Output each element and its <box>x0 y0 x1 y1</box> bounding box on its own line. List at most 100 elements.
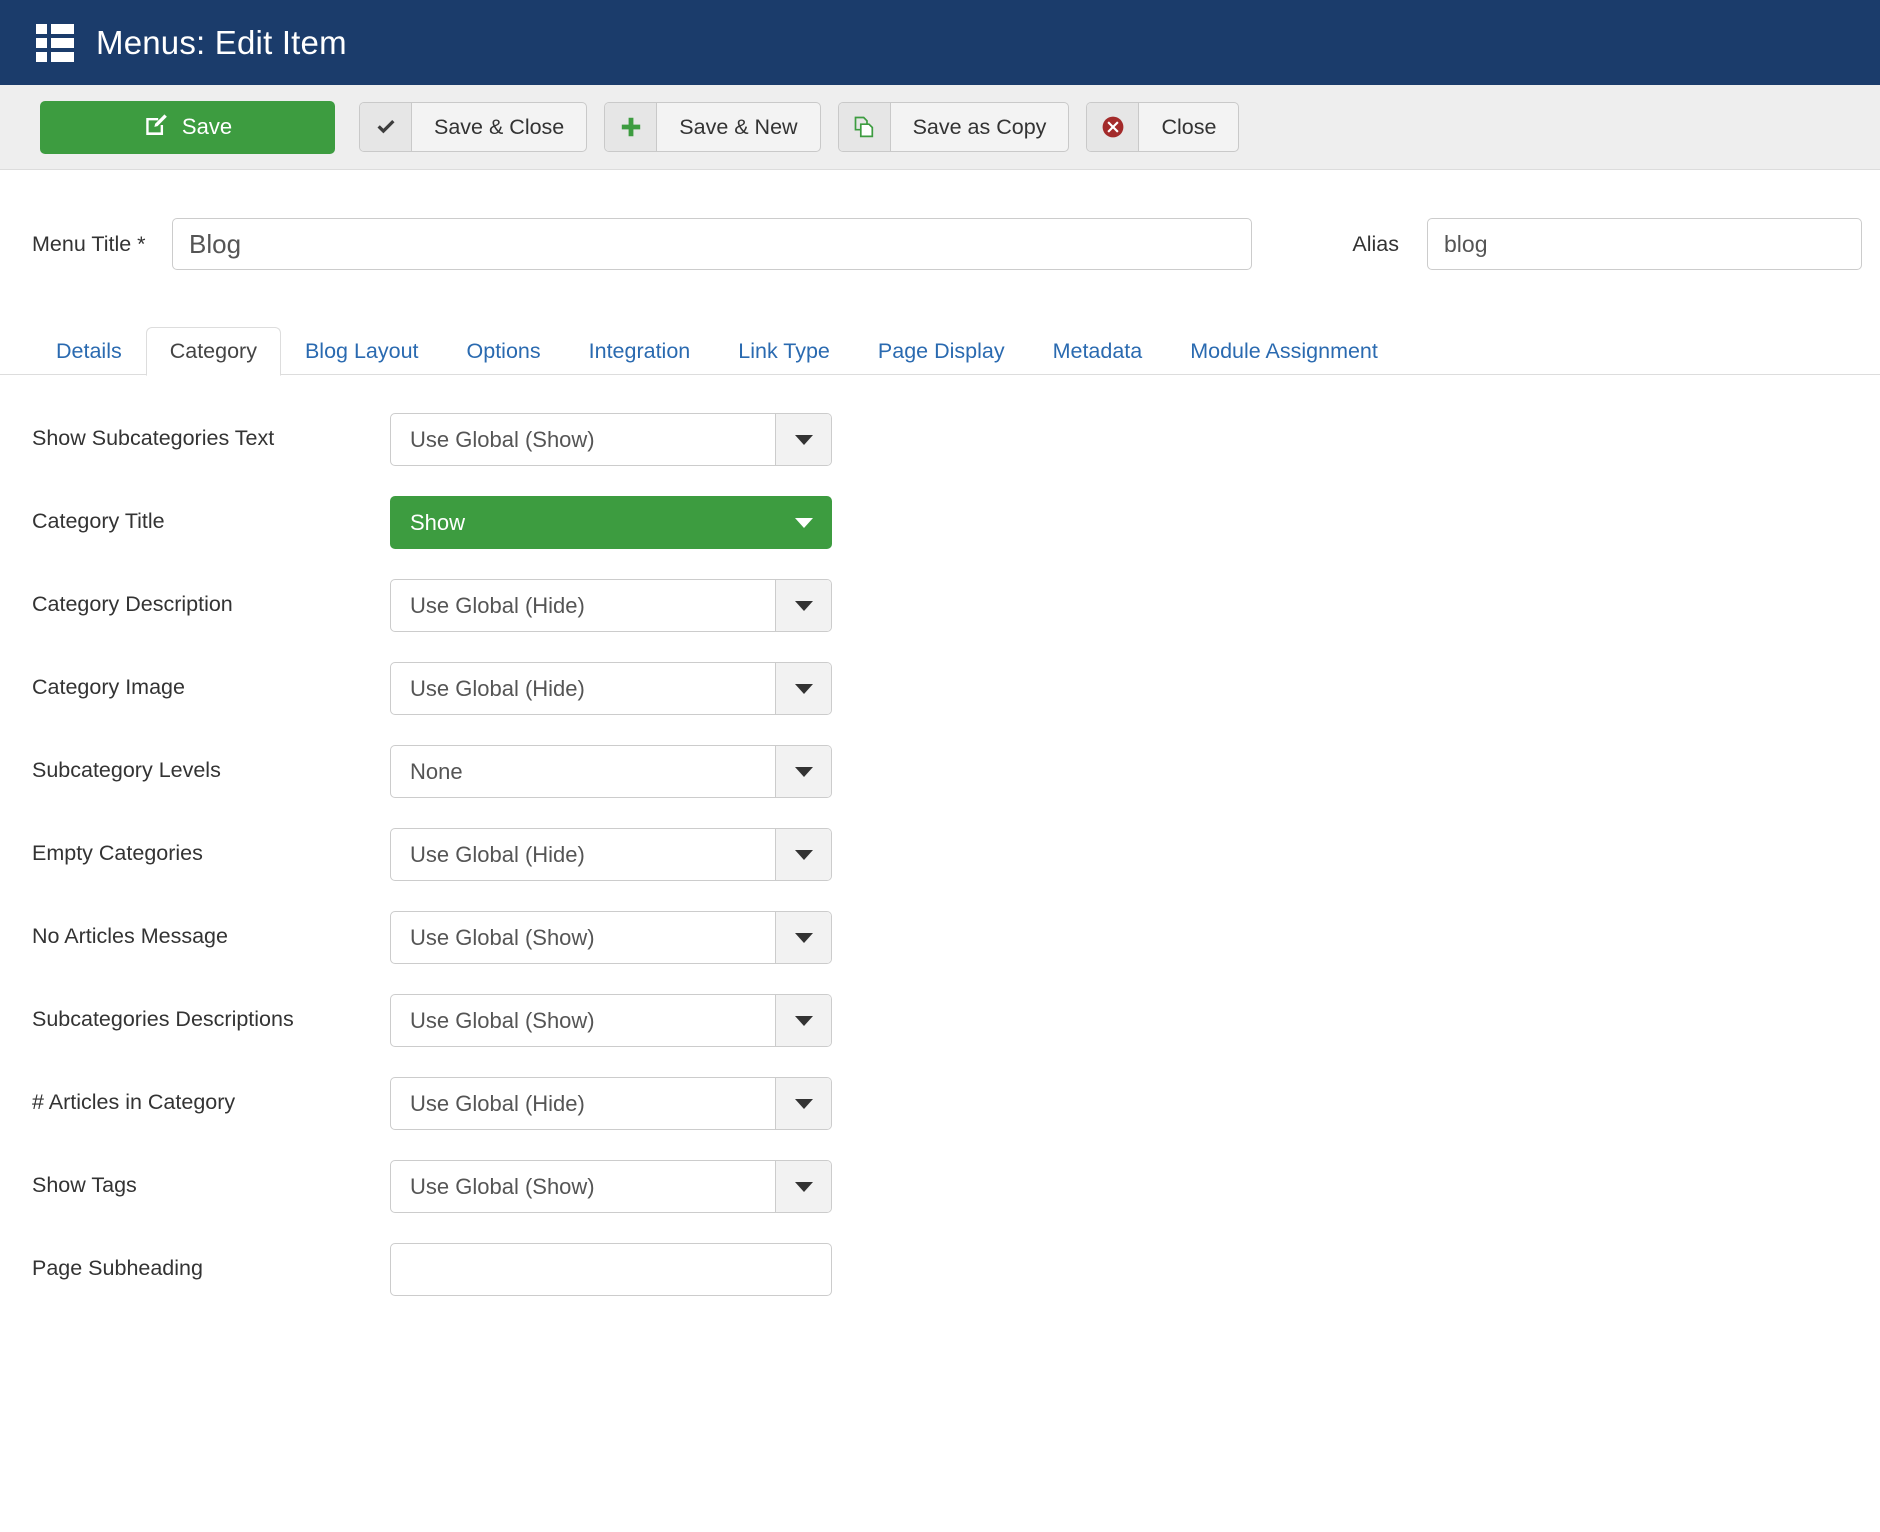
field-label-category-title: Category Title <box>0 496 390 537</box>
field-label-no-articles-message: No Articles Message <box>0 911 390 952</box>
close-button[interactable]: Close <box>1086 102 1239 152</box>
select-category-description[interactable]: Use Global (Hide) <box>390 579 832 632</box>
chevron-down-icon[interactable] <box>775 663 831 714</box>
select-show-tags[interactable]: Use Global (Show) <box>390 1160 832 1213</box>
field-label-subcategory-levels: Subcategory Levels <box>0 745 390 786</box>
save-and-close-label: Save & Close <box>412 103 586 151</box>
select-subcategory-levels[interactable]: None <box>390 745 832 798</box>
chevron-down-icon[interactable] <box>775 912 831 963</box>
tab-link-type[interactable]: Link Type <box>714 327 854 377</box>
alias-label: Alias <box>1302 232 1427 257</box>
copy-pages-icon <box>839 103 891 151</box>
menu-title-label: Menu Title * <box>0 232 172 257</box>
select-value-no-articles-message: Use Global (Show) <box>391 912 775 963</box>
caret-glyph <box>795 767 813 777</box>
form-row-no-articles-message: No Articles MessageUse Global (Show) <box>0 911 1880 964</box>
chevron-down-icon[interactable] <box>775 580 831 631</box>
input-page-subheading[interactable] <box>390 1243 832 1296</box>
select-value-category-image: Use Global (Hide) <box>391 663 775 714</box>
check-icon <box>360 103 412 151</box>
tab-label: Module Assignment <box>1190 339 1378 363</box>
form-row-articles-in-category: # Articles in CategoryUse Global (Hide) <box>0 1077 1880 1130</box>
plus-icon <box>605 103 657 151</box>
tab-options[interactable]: Options <box>443 327 565 377</box>
field-label-category-image: Category Image <box>0 662 390 703</box>
field-label-articles-in-category: # Articles in Category <box>0 1077 390 1118</box>
select-no-articles-message[interactable]: Use Global (Show) <box>390 911 832 964</box>
chevron-down-icon[interactable] <box>775 829 831 880</box>
select-value-subcategories-descriptions: Use Global (Show) <box>391 995 775 1046</box>
field-label-empty-categories: Empty Categories <box>0 828 390 869</box>
tab-label: Options <box>467 339 541 363</box>
chevron-down-icon[interactable] <box>775 414 831 465</box>
category-form: Show Subcategories TextUse Global (Show)… <box>0 375 1880 1296</box>
title-alias-row: Menu Title * Alias <box>0 170 1880 270</box>
caret-glyph <box>795 1016 813 1026</box>
tab-label: Blog Layout <box>305 339 419 363</box>
save-and-new-button[interactable]: Save & New <box>604 102 820 152</box>
tab-blog-layout[interactable]: Blog Layout <box>281 327 443 377</box>
tab-label: Page Display <box>878 339 1005 363</box>
form-row-show-tags: Show TagsUse Global (Show) <box>0 1160 1880 1213</box>
toolbar: Save Save & Close Save & New Save as Cop… <box>0 85 1880 170</box>
caret-glyph <box>795 1099 813 1109</box>
save-and-close-button[interactable]: Save & Close <box>359 102 587 152</box>
caret-glyph <box>795 518 813 528</box>
chevron-down-icon[interactable] <box>775 1078 831 1129</box>
select-value-show-tags: Use Global (Show) <box>391 1161 775 1212</box>
caret-glyph <box>795 850 813 860</box>
form-row-empty-categories: Empty CategoriesUse Global (Hide) <box>0 828 1880 881</box>
select-value-articles-in-category: Use Global (Hide) <box>391 1078 775 1129</box>
tab-metadata[interactable]: Metadata <box>1029 327 1167 377</box>
tab-module-assignment[interactable]: Module Assignment <box>1166 327 1402 377</box>
edit-pencil-square-icon <box>143 112 169 143</box>
chevron-down-icon[interactable] <box>777 497 831 548</box>
field-label-category-description: Category Description <box>0 579 390 620</box>
select-value-empty-categories: Use Global (Hide) <box>391 829 775 880</box>
select-empty-categories[interactable]: Use Global (Hide) <box>390 828 832 881</box>
circle-x-icon <box>1087 103 1139 151</box>
tab-label: Category <box>170 339 257 363</box>
select-value-show-subcategories-text: Use Global (Show) <box>391 414 775 465</box>
tab-label: Metadata <box>1053 339 1143 363</box>
select-articles-in-category[interactable]: Use Global (Hide) <box>390 1077 832 1130</box>
select-value-category-description: Use Global (Hide) <box>391 580 775 631</box>
save-button[interactable]: Save <box>40 101 335 154</box>
form-row-category-description: Category DescriptionUse Global (Hide) <box>0 579 1880 632</box>
tab-label: Details <box>56 339 122 363</box>
tab-label: Link Type <box>738 339 830 363</box>
field-label-show-tags: Show Tags <box>0 1160 390 1201</box>
select-subcategories-descriptions[interactable]: Use Global (Show) <box>390 994 832 1047</box>
caret-glyph <box>795 601 813 611</box>
chevron-down-icon[interactable] <box>775 746 831 797</box>
save-as-copy-button[interactable]: Save as Copy <box>838 102 1070 152</box>
close-button-label: Close <box>1139 103 1238 151</box>
select-category-title[interactable]: Show <box>390 496 832 549</box>
alias-input[interactable] <box>1427 218 1862 270</box>
page-title: Menus: Edit Item <box>96 24 347 62</box>
tab-bar: Details Category Blog Layout Options Integra… <box>0 315 1880 375</box>
form-row-subcategories-descriptions: Subcategories DescriptionsUse Global (Sh… <box>0 994 1880 1047</box>
menu-title-input[interactable] <box>172 218 1252 270</box>
select-show-subcategories-text[interactable]: Use Global (Show) <box>390 413 832 466</box>
caret-glyph <box>795 435 813 445</box>
save-and-new-label: Save & New <box>657 103 819 151</box>
save-as-copy-label: Save as Copy <box>891 103 1069 151</box>
chevron-down-icon[interactable] <box>775 995 831 1046</box>
form-row-page-subheading: Page Subheading <box>0 1243 1880 1296</box>
tab-details[interactable]: Details <box>32 327 146 377</box>
select-category-image[interactable]: Use Global (Hide) <box>390 662 832 715</box>
list-icon <box>36 24 74 62</box>
field-label-subcategories-descriptions: Subcategories Descriptions <box>0 994 390 1035</box>
chevron-down-icon[interactable] <box>775 1161 831 1212</box>
tab-integration[interactable]: Integration <box>565 327 715 377</box>
field-label-page-subheading: Page Subheading <box>0 1243 390 1284</box>
tab-page-display[interactable]: Page Display <box>854 327 1029 377</box>
caret-glyph <box>795 1182 813 1192</box>
field-label-show-subcategories-text: Show Subcategories Text <box>0 413 390 454</box>
form-row-subcategory-levels: Subcategory LevelsNone <box>0 745 1880 798</box>
caret-glyph <box>795 684 813 694</box>
caret-glyph <box>795 933 813 943</box>
form-row-show-subcategories-text: Show Subcategories TextUse Global (Show) <box>0 413 1880 466</box>
tab-category[interactable]: Category <box>146 327 281 377</box>
